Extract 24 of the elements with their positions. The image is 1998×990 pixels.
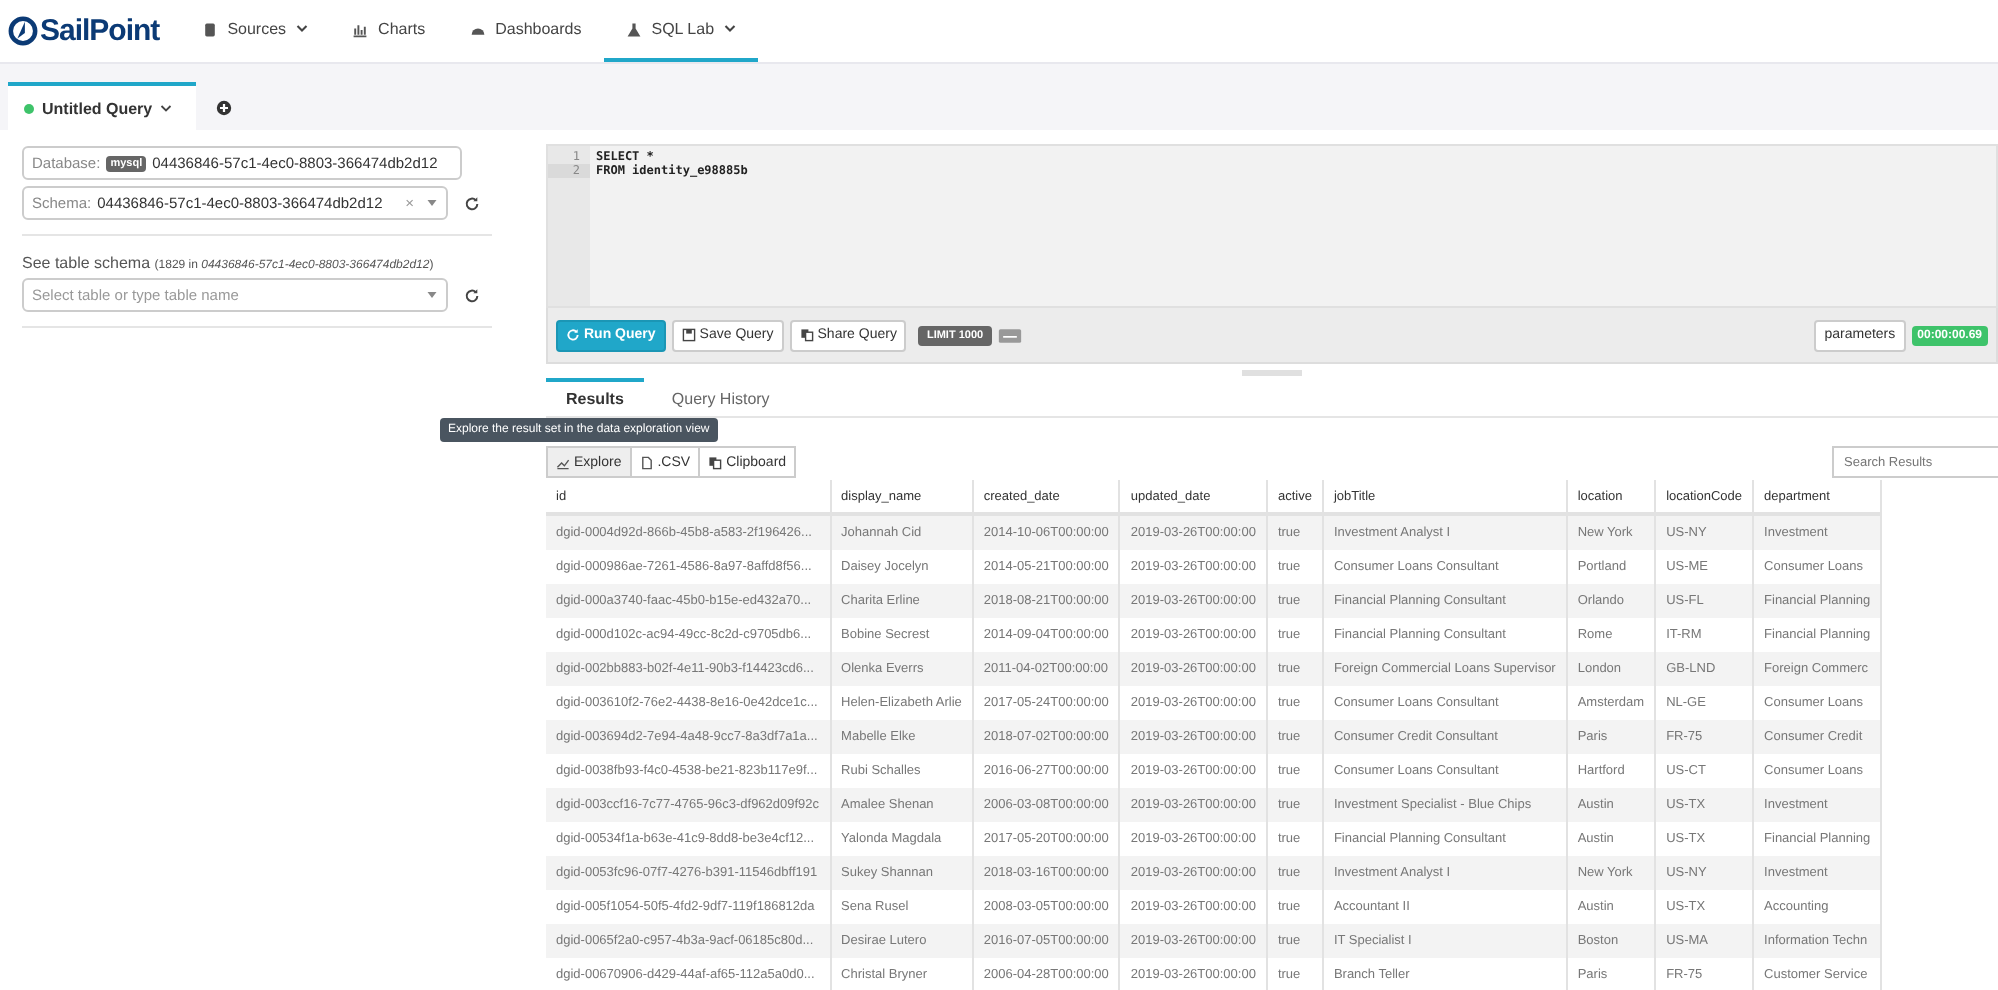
- logo[interactable]: SailPoint: [0, 0, 180, 62]
- nav-tab[interactable]: Sources: [179, 0, 331, 62]
- bar-chart-icon: [352, 21, 369, 37]
- nav-tab[interactable]: Dashboards: [447, 0, 604, 62]
- dropdown-caret-icon: [426, 198, 438, 208]
- query-tab[interactable]: Untitled Query: [8, 82, 197, 130]
- logo-icon: [8, 16, 38, 46]
- line-chart-icon: [556, 455, 570, 469]
- flask-icon: [625, 21, 642, 37]
- copy-icon: [708, 455, 723, 469]
- caret-icon: [160, 103, 173, 113]
- file-icon: [639, 455, 654, 469]
- refresh-icon[interactable]: [464, 195, 480, 211]
- save-icon: [681, 328, 696, 342]
- logo-text: SailPoint: [40, 14, 160, 48]
- refresh-icon[interactable]: [464, 287, 480, 303]
- database-icon: [201, 21, 218, 37]
- copy-icon: [799, 328, 814, 342]
- keyboard-icon[interactable]: [997, 327, 1022, 343]
- refresh-icon: [566, 328, 580, 342]
- dropdown-caret-icon: [426, 290, 438, 300]
- nav-tab[interactable]: Charts: [330, 0, 448, 62]
- add-tab-icon[interactable]: [216, 99, 233, 115]
- results-tab[interactable]: Query History: [651, 378, 790, 416]
